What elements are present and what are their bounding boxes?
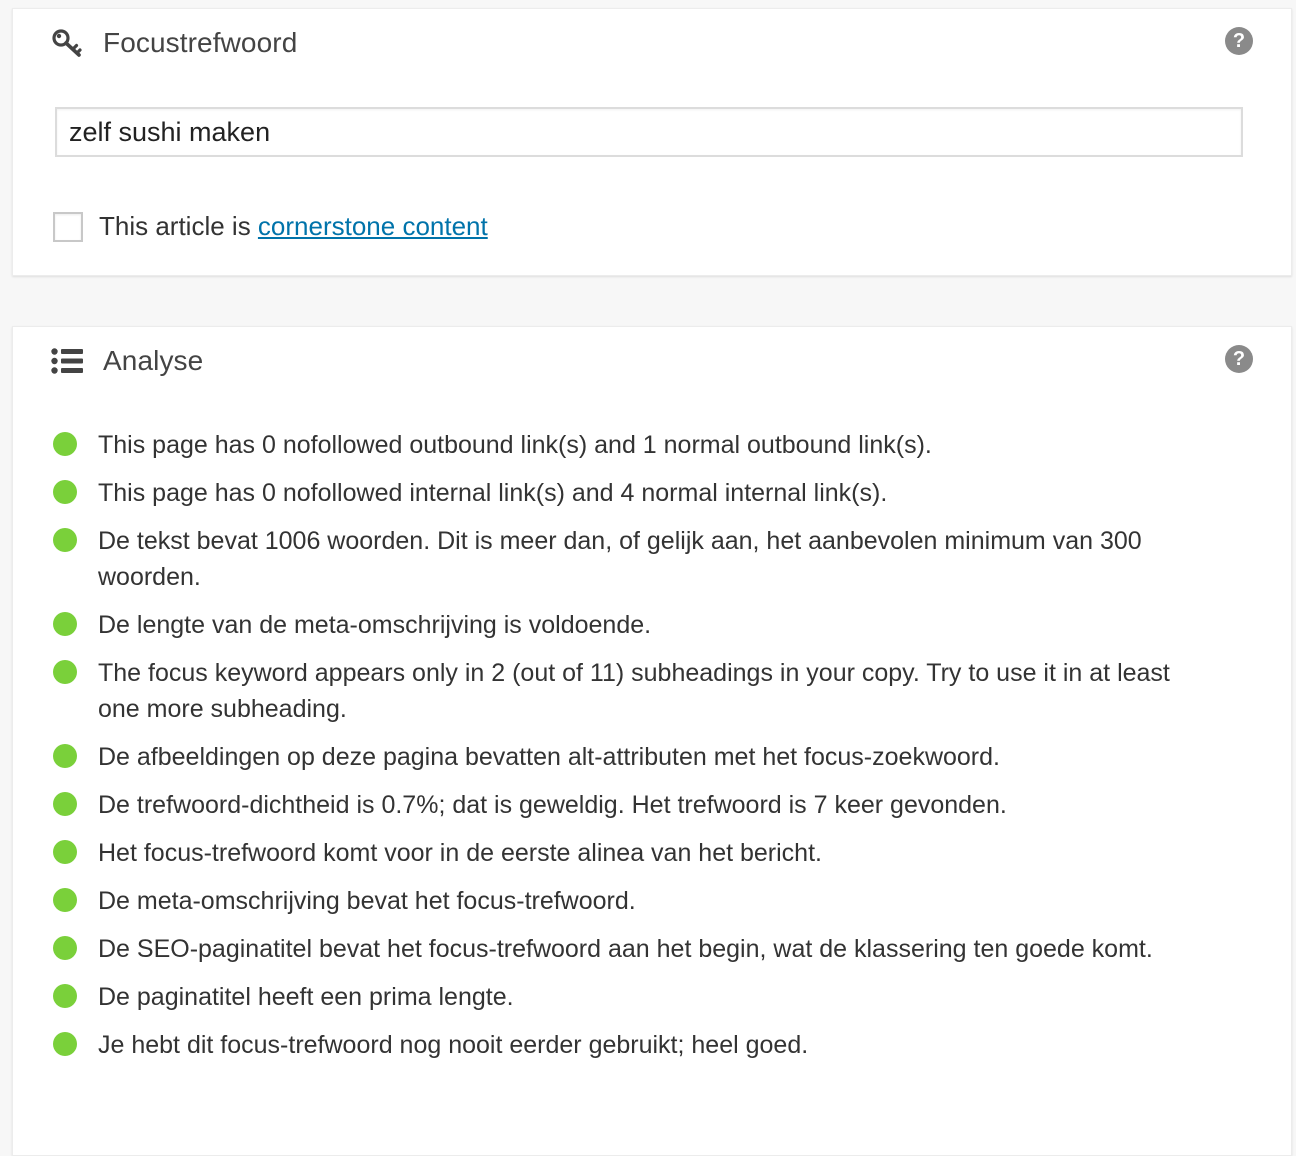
status-good-dot [53,792,77,816]
status-good-dot [53,528,77,552]
analysis-result-text: De lengte van de meta-omschrijving is vo… [98,611,652,639]
analysis-result: De tekst bevat 1006 woorden. Dit is meer… [53,523,1183,595]
status-good-dot [53,936,77,960]
analysis-result-text: This page has 0 nofollowed outbound link… [98,431,932,459]
focus-keyword-panel: Focustrefwoord ? This article is corners… [12,8,1292,276]
focus-keyword-title: Focustrefwoord [103,27,298,58]
analysis-result: De SEO-paginatitel bevat het focus-trefw… [53,931,1183,967]
analysis-result: The focus keyword appears only in 2 (out… [53,655,1183,727]
analysis-header: Analyse [51,341,203,381]
status-good-dot [53,480,77,504]
analysis-result: De lengte van de meta-omschrijving is vo… [53,607,1183,643]
status-good-dot [53,840,77,864]
analysis-panel: Analyse ? This page has 0 nofollowed out… [12,326,1292,1156]
status-good-dot [53,888,77,912]
analysis-result-text: De SEO-paginatitel bevat het focus-trefw… [98,935,1153,963]
analysis-result: Je hebt dit focus-trefwoord nog nooit ee… [53,1027,1183,1063]
analysis-result: De trefwoord-dichtheid is 0.7%; dat is g… [53,787,1183,823]
cornerstone-checkbox[interactable] [53,211,83,242]
analysis-result: De paginatitel heeft een prima lengte. [53,979,1183,1015]
analysis-result: De afbeeldingen op deze pagina bevatten … [53,739,1183,775]
analysis-result: De meta-omschrijving bevat het focus-tre… [53,883,1183,919]
analysis-result: This page has 0 nofollowed internal link… [53,475,1183,511]
status-good-dot [53,1032,77,1056]
cornerstone-label: This article is cornerstone content [99,211,488,242]
help-icon[interactable]: ? [1225,27,1253,55]
analysis-result-text: De afbeeldingen op deze pagina bevatten … [98,743,1000,771]
key-icon [51,28,85,58]
analysis-result-text: De meta-omschrijving bevat het focus-tre… [98,887,636,915]
list-icon [51,346,85,376]
status-good-dot [53,984,77,1008]
help-icon[interactable]: ? [1225,345,1253,373]
analysis-result-text: Het focus-trefwoord komt voor in de eers… [98,839,822,867]
analysis-result: Het focus-trefwoord komt voor in de eers… [53,835,1183,871]
analysis-results-list: This page has 0 nofollowed outbound link… [53,427,1183,1075]
status-good-dot [53,612,77,636]
analysis-result-text: The focus keyword appears only in 2 (out… [98,659,1170,723]
analysis-result-text: De tekst bevat 1006 woorden. Dit is meer… [98,527,1142,591]
status-good-dot [53,744,77,768]
analysis-result: This page has 0 nofollowed outbound link… [53,427,1183,463]
status-good-dot [53,660,77,684]
analysis-result-text: Je hebt dit focus-trefwoord nog nooit ee… [98,1031,809,1059]
analysis-result-text: This page has 0 nofollowed internal link… [98,479,888,507]
status-good-dot [53,432,77,456]
cornerstone-label-prefix: This article is [99,211,258,241]
cornerstone-content-link[interactable]: cornerstone content [258,211,488,241]
focus-keyword-input[interactable] [55,107,1243,157]
analysis-title: Analyse [103,345,204,376]
analysis-result-text: De paginatitel heeft een prima lengte. [98,983,514,1011]
cornerstone-row: This article is cornerstone content [53,211,488,242]
analysis-result-text: De trefwoord-dichtheid is 0.7%; dat is g… [98,791,1007,819]
focus-keyword-header: Focustrefwoord [51,23,297,63]
